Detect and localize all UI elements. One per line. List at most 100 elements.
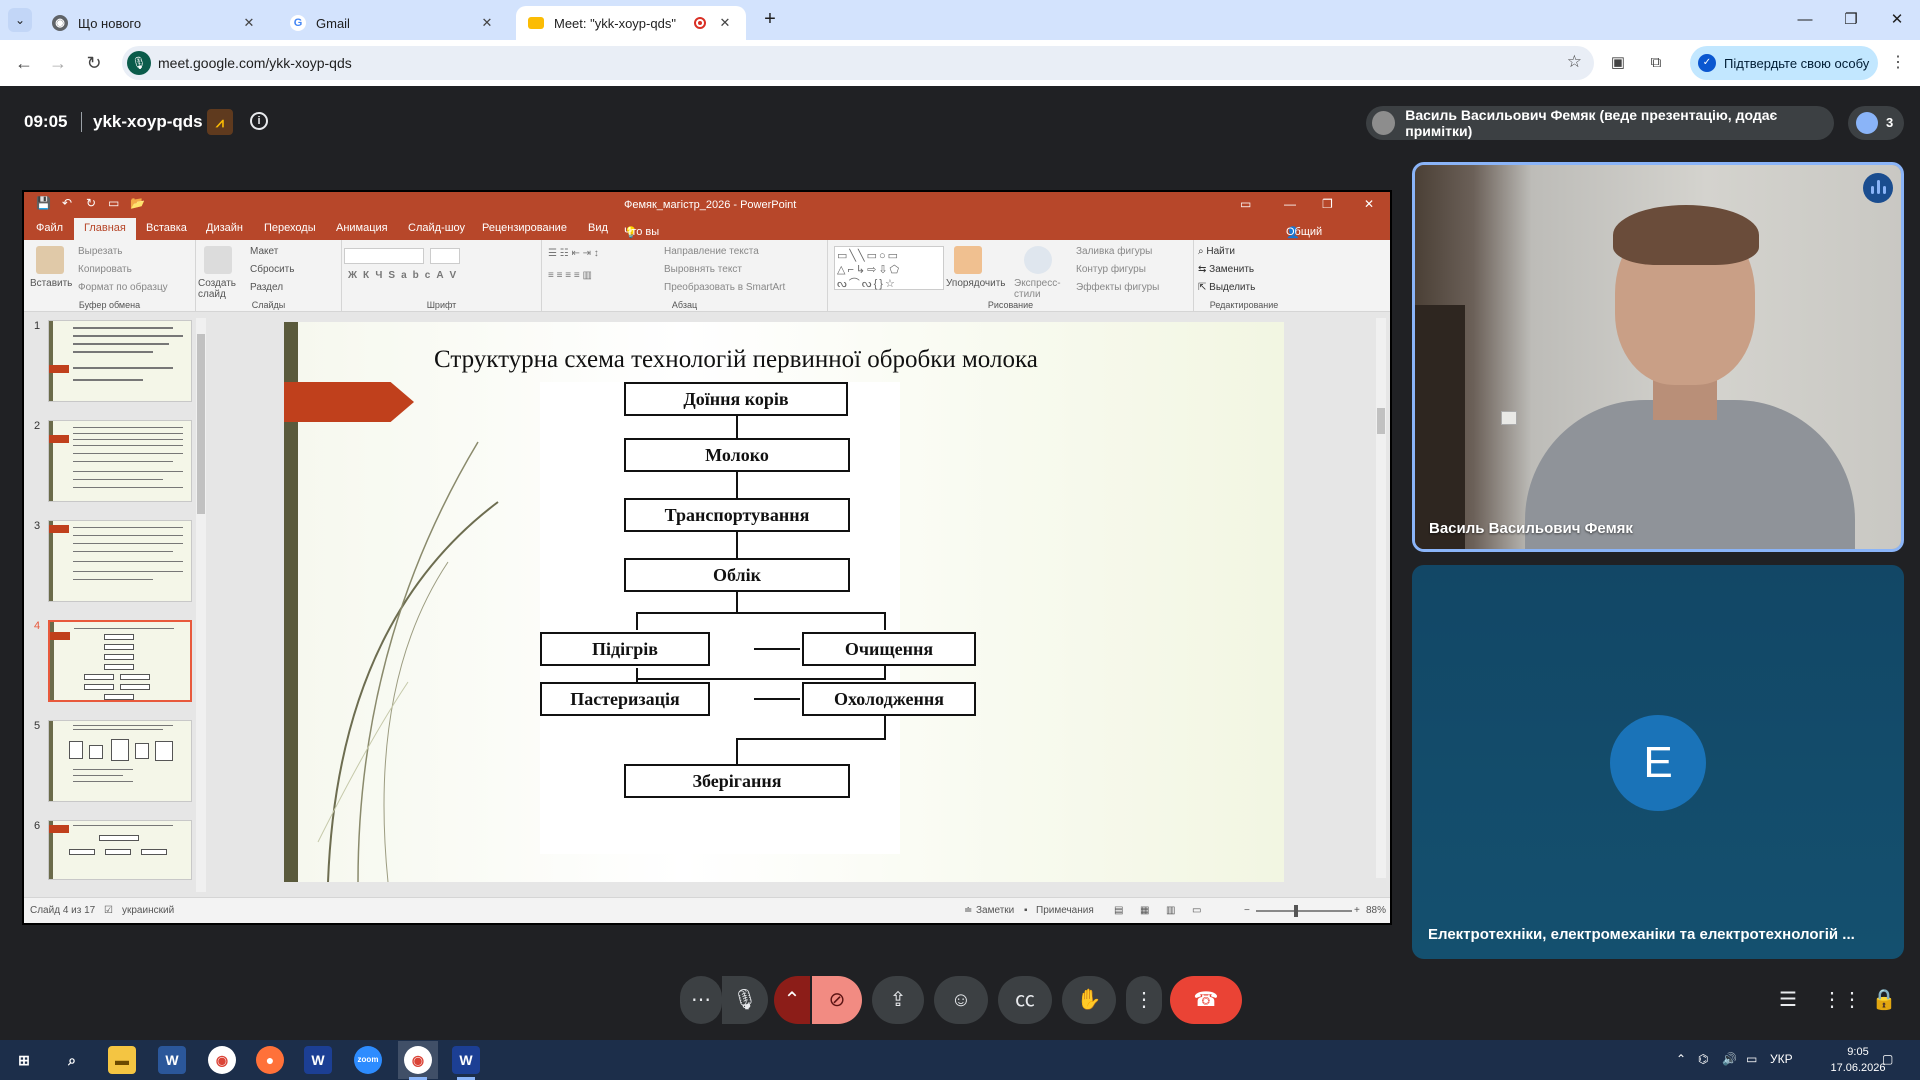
section-label: Раздел bbox=[250, 282, 284, 293]
present-button[interactable]: ⇪ bbox=[872, 976, 924, 1024]
host-controls-icon[interactable]: ⩘ bbox=[207, 109, 233, 135]
taskbar-clock[interactable]: 9:05 17.06.2026 bbox=[1828, 1044, 1888, 1076]
chrome-icon[interactable]: ◉ bbox=[208, 1046, 236, 1074]
thumb-line bbox=[73, 439, 183, 440]
tab-whats-new[interactable]: ◉ Що нового ✕ bbox=[40, 6, 270, 40]
comments-label: Примечания bbox=[1036, 905, 1094, 916]
firefox-icon[interactable]: ● bbox=[256, 1046, 284, 1074]
hand-icon: ✋ bbox=[1076, 989, 1102, 1011]
align-icons: ≡ ≡ ≡ ≡ ▥ bbox=[548, 270, 592, 281]
shape-outline-label: Контур фигуры bbox=[1076, 264, 1146, 275]
meeting-info-icon[interactable]: i bbox=[250, 112, 268, 130]
close-window-button[interactable]: ✕ bbox=[1874, 0, 1920, 40]
site-info-icon[interactable]: 🎙 bbox=[127, 51, 151, 75]
search-icon[interactable]: ⌕ bbox=[58, 1046, 86, 1074]
thumb-line bbox=[73, 579, 153, 580]
thumb-line bbox=[73, 775, 123, 776]
people-button[interactable]: 3 bbox=[1848, 106, 1904, 140]
ribbon-group-paragraph: ☰ ☷ ⇤ ⇥ ↕ ≡ ≡ ≡ ≡ ▥ Направление текста В… bbox=[542, 240, 828, 312]
apps-grid-icon[interactable]: ⋮⋮ bbox=[1822, 986, 1862, 1014]
captions-button[interactable]: ㏄ bbox=[998, 976, 1052, 1024]
thumb-box bbox=[89, 745, 103, 759]
wifi-icon[interactable]: ▭ bbox=[1746, 1052, 1757, 1066]
bookmark-star-icon[interactable]: ☆ bbox=[1567, 52, 1582, 72]
extension-icon[interactable]: ▣ bbox=[1606, 51, 1630, 75]
verify-identity-button[interactable]: ✓ Підтвердьте свою особу bbox=[1690, 46, 1878, 80]
browser-menu-icon[interactable]: ⋮ bbox=[1886, 51, 1910, 75]
more-options-left-button[interactable]: ⋯ bbox=[680, 976, 722, 1024]
whats-new-icon: ◉ bbox=[52, 15, 68, 31]
participant-tile-room[interactable]: E Електротехніки, електромеханіки та еле… bbox=[1412, 565, 1904, 959]
align-text-label: Выровнять текст bbox=[664, 264, 742, 275]
ribbon-group-drawing: ▭╲╲▭○▭ △⌐↳⇨⇩⬠ ᔓ⌒ᔓ{}☆ Упорядочить Экспресс-… bbox=[828, 240, 1194, 312]
chat-icon[interactable]: ☰ bbox=[1774, 986, 1802, 1014]
reset-label: Сбросить bbox=[250, 264, 295, 275]
close-tab-icon[interactable]: ✕ bbox=[240, 14, 258, 32]
close-tab-icon[interactable]: ✕ bbox=[716, 14, 734, 32]
volume-icon[interactable]: 🔊 bbox=[1722, 1052, 1737, 1066]
restore-button[interactable]: ❐ bbox=[1828, 0, 1874, 40]
tab-meet[interactable]: Meet: "ykk-xoyp-qds" ✕ bbox=[516, 6, 746, 40]
flow-connector bbox=[736, 738, 886, 740]
thumb-box bbox=[104, 644, 134, 650]
participant-tile-presenter[interactable]: Василь Васильович Фемяк bbox=[1412, 162, 1904, 552]
tab-gmail[interactable]: G Gmail ✕ bbox=[278, 6, 508, 40]
end-call-button[interactable]: ☎ bbox=[1170, 976, 1242, 1024]
format-painter-label: Формат по образцу bbox=[78, 282, 168, 293]
reload-icon[interactable]: ↻ bbox=[80, 49, 108, 77]
address-bar[interactable]: 🎙 meet.google.com/ykk-xoyp-qds ☆ bbox=[122, 46, 1594, 80]
camera-button[interactable]: ⊘ bbox=[812, 976, 862, 1024]
thumb-box bbox=[69, 849, 95, 855]
new-tab-button[interactable]: + bbox=[758, 8, 782, 32]
windows-start-icon[interactable]: ⊞ bbox=[10, 1046, 38, 1074]
find-label: Найти bbox=[1206, 246, 1235, 257]
participant-count: 3 bbox=[1886, 115, 1894, 130]
app-w-icon[interactable]: W bbox=[304, 1046, 332, 1074]
tab-search-dropdown[interactable]: ⌄ bbox=[8, 8, 32, 32]
minimize-button[interactable]: — bbox=[1782, 0, 1828, 40]
extensions-puzzle-icon[interactable]: ⧉ bbox=[1644, 51, 1668, 75]
emoji-icon: ☺ bbox=[950, 989, 972, 1011]
network-icon[interactable]: ⌬ bbox=[1698, 1052, 1708, 1066]
thumb-box bbox=[104, 634, 134, 640]
thumb-line bbox=[73, 479, 163, 480]
cursor-icon: ⇱ bbox=[1198, 282, 1207, 293]
text-direction-label: Направление текста bbox=[664, 246, 759, 257]
thumb-line bbox=[73, 825, 173, 826]
ppt-status-bar: Слайд 4 из 17 ☑ украинский ≐ Заметки ▪ П… bbox=[24, 897, 1390, 923]
select-item: ⇱ Выделить bbox=[1198, 282, 1255, 293]
more-options-button[interactable]: ⋮ bbox=[1126, 976, 1162, 1024]
thumb-box bbox=[104, 694, 134, 700]
thumb-box bbox=[84, 674, 114, 680]
slide-thumbnail bbox=[48, 420, 192, 502]
host-controls-lock-icon[interactable]: 🔒 bbox=[1870, 986, 1898, 1014]
participant-avatar: E bbox=[1610, 715, 1706, 811]
notifications-icon[interactable]: ▢ bbox=[1882, 1052, 1893, 1066]
forward-icon[interactable]: → bbox=[44, 49, 72, 77]
flow-step-cleaning: Очищення bbox=[802, 632, 976, 666]
presenter-status-chip[interactable]: Василь Васильович Фемяк (веде презентаці… bbox=[1366, 106, 1834, 140]
app-w2-icon[interactable]: W bbox=[452, 1046, 480, 1074]
thumb-box bbox=[104, 654, 134, 660]
camera-options-button[interactable]: ⌃ bbox=[774, 976, 810, 1024]
file-explorer-icon[interactable]: ▬ bbox=[108, 1046, 136, 1074]
shapes-gallery: ▭╲╲▭○▭ △⌐↳⇨⇩⬠ ᔓ⌒ᔓ{}☆ bbox=[834, 246, 944, 290]
word-icon[interactable]: W bbox=[158, 1046, 186, 1074]
chrome-active-icon[interactable]: ◉ bbox=[404, 1046, 432, 1074]
url-text[interactable]: meet.google.com/ykk-xoyp-qds bbox=[158, 55, 352, 71]
header-divider bbox=[81, 112, 82, 132]
video-switch bbox=[1501, 411, 1517, 425]
zoom-icon[interactable]: zoom bbox=[354, 1046, 382, 1074]
microphone-button[interactable]: 🎙 bbox=[722, 976, 768, 1024]
back-icon[interactable]: ← bbox=[10, 49, 38, 77]
slide-canvas: Структурна схема технологій первинної об… bbox=[220, 312, 1390, 897]
raise-hand-button[interactable]: ✋ bbox=[1062, 976, 1116, 1024]
ppt-tab-slideshow: Слайд-шоу bbox=[408, 222, 466, 234]
thumb-box bbox=[141, 849, 167, 855]
tray-expand-icon[interactable]: ⌃ bbox=[1676, 1052, 1686, 1066]
keyboard-language[interactable]: УКР bbox=[1770, 1052, 1793, 1066]
close-tab-icon[interactable]: ✕ bbox=[478, 14, 496, 32]
slide-thumbnail-selected bbox=[48, 620, 192, 702]
reactions-button[interactable]: ☺ bbox=[934, 976, 988, 1024]
flow-step-pasteurization: Пастеризація bbox=[540, 682, 710, 716]
